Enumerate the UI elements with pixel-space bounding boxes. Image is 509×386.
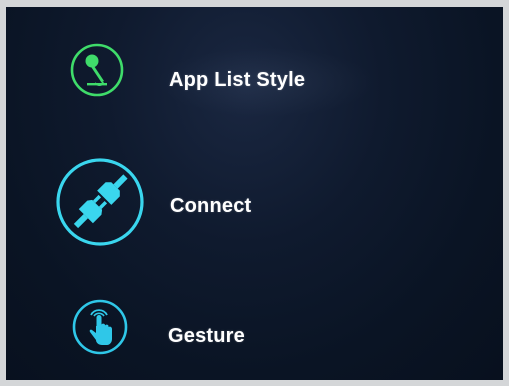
plug-icon	[52, 154, 148, 250]
menu-item-connect[interactable]: Connect	[6, 152, 406, 262]
menu-item-app-list-style[interactable]: App List Style	[6, 37, 406, 117]
microphone-icon	[68, 41, 126, 99]
menu-item-label: App List Style	[169, 69, 306, 91]
menu-item-gesture[interactable]: Gesture	[6, 292, 406, 380]
menu-item-label: Gesture	[168, 325, 245, 347]
menu-item-label: Connect	[170, 195, 252, 217]
hand-pointer-icon	[69, 296, 131, 358]
tv-screen: App List Style Connect Gesture	[0, 0, 509, 386]
